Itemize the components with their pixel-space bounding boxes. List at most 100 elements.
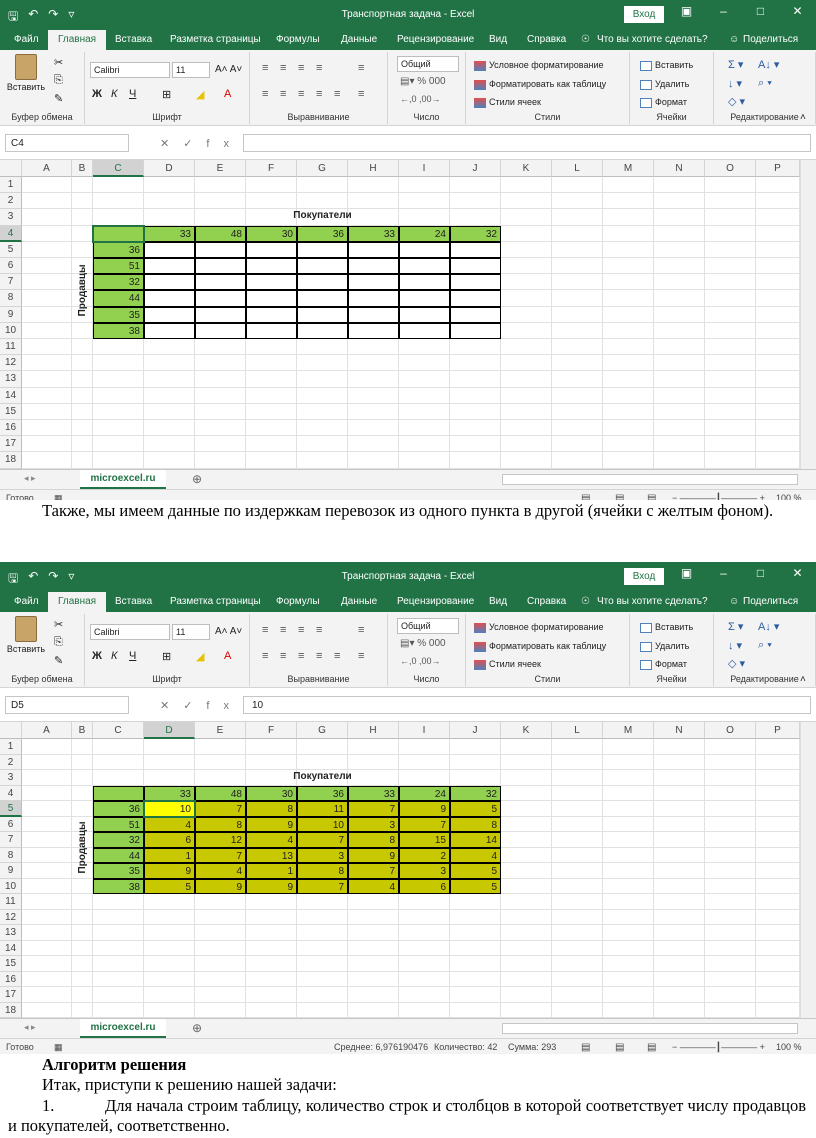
- format-button[interactable]: Формат: [640, 97, 687, 108]
- column-header-E[interactable]: E: [195, 160, 246, 177]
- cond-format-button[interactable]: Условное форматирование: [474, 60, 604, 71]
- cost-cell[interactable]: 9: [195, 878, 246, 894]
- column-header-A[interactable]: A: [22, 722, 72, 739]
- indent-dec-icon[interactable]: ≡: [316, 650, 322, 662]
- cost-cell[interactable]: [297, 322, 348, 339]
- horizontal-scrollbar[interactable]: [502, 1023, 798, 1034]
- row-header-16[interactable]: 16: [0, 420, 22, 437]
- row-header-9[interactable]: 9: [0, 306, 22, 323]
- row-header-11[interactable]: 11: [0, 339, 22, 356]
- tell-me-search[interactable]: Что вы хотите сделать?: [597, 34, 708, 45]
- tab-4[interactable]: Формулы: [276, 34, 320, 45]
- row-header-12[interactable]: 12: [0, 909, 22, 925]
- login-button[interactable]: Вход: [624, 568, 664, 585]
- row-header-16[interactable]: 16: [0, 971, 22, 987]
- paste-button[interactable]: Вставить: [6, 616, 46, 654]
- column-header-L[interactable]: L: [552, 722, 603, 739]
- cost-cell[interactable]: [144, 274, 195, 291]
- fill-icon[interactable]: ↓ ▾: [728, 639, 742, 652]
- cost-cell[interactable]: 8: [348, 832, 399, 848]
- cost-cell[interactable]: [297, 241, 348, 258]
- sort-filter-icon[interactable]: A↓ ▾: [758, 620, 779, 633]
- cost-cell[interactable]: [144, 290, 195, 307]
- align-left-icon[interactable]: ≡: [262, 650, 268, 662]
- zoom-level[interactable]: 100 %: [776, 493, 802, 500]
- find-icon[interactable]: ⌕ ▾: [758, 639, 772, 652]
- font-size-select[interactable]: 11: [172, 62, 210, 78]
- column-header-A[interactable]: A: [22, 160, 72, 177]
- align-top-icon[interactable]: ≡: [262, 62, 268, 74]
- font-size-select[interactable]: 11: [172, 624, 210, 640]
- align-right-icon[interactable]: ≡: [298, 88, 304, 100]
- autosum-icon[interactable]: Σ ▾: [728, 620, 743, 633]
- clear-icon[interactable]: ◇ ▾: [728, 657, 745, 670]
- cost-cell[interactable]: [450, 258, 501, 275]
- cost-cell[interactable]: [195, 258, 246, 275]
- row-header-6[interactable]: 6: [0, 258, 22, 275]
- paste-button[interactable]: Вставить: [6, 54, 46, 92]
- formula-input[interactable]: [243, 134, 811, 152]
- cost-cell[interactable]: 9: [246, 816, 297, 832]
- row-header-1[interactable]: 1: [0, 177, 22, 194]
- column-header-J[interactable]: J: [450, 160, 501, 177]
- tab-5[interactable]: Данные: [341, 596, 377, 607]
- copy-icon[interactable]: ⎘: [54, 636, 63, 649]
- font-color-icon[interactable]: A: [224, 650, 231, 662]
- cost-cell[interactable]: [399, 258, 450, 275]
- column-header-F[interactable]: F: [246, 160, 297, 177]
- cost-cell[interactable]: 5: [450, 801, 501, 817]
- maximize-icon[interactable]: □: [742, 4, 779, 18]
- normal-view-icon[interactable]: ▤: [581, 1042, 590, 1053]
- page-layout-icon[interactable]: ▤: [615, 493, 624, 500]
- tab-0[interactable]: Файл: [14, 34, 39, 45]
- column-header-M[interactable]: M: [603, 160, 654, 177]
- cost-cell[interactable]: [246, 290, 297, 307]
- align-middle-icon[interactable]: ≡: [280, 62, 286, 74]
- share-button[interactable]: Поделиться: [743, 596, 798, 607]
- cost-cell[interactable]: 7: [195, 847, 246, 863]
- cost-cell[interactable]: 12: [195, 832, 246, 848]
- tab-7[interactable]: Вид: [489, 34, 507, 45]
- row-header-18[interactable]: 18: [0, 452, 22, 469]
- vertical-scrollbar[interactable]: [800, 722, 816, 1018]
- row-header-17[interactable]: 17: [0, 436, 22, 453]
- column-header-D[interactable]: D: [144, 160, 195, 177]
- row-header-8[interactable]: 8: [0, 847, 22, 863]
- cost-cell[interactable]: [246, 258, 297, 275]
- cost-cell[interactable]: 7: [195, 801, 246, 817]
- column-header-K[interactable]: K: [501, 160, 552, 177]
- cost-cell[interactable]: [246, 306, 297, 323]
- normal-view-icon[interactable]: ▤: [581, 493, 590, 500]
- cost-cell[interactable]: 7: [297, 832, 348, 848]
- sheet-tab[interactable]: microexcel.ru: [80, 1019, 166, 1038]
- underline-icon[interactable]: Ч: [129, 88, 136, 100]
- row-header-4[interactable]: 4: [0, 225, 22, 242]
- cost-cell[interactable]: [144, 322, 195, 339]
- column-header-I[interactable]: I: [399, 722, 450, 739]
- row-header-13[interactable]: 13: [0, 925, 22, 941]
- zoom-slider[interactable]: − ————┃———— +: [672, 493, 765, 500]
- wrap-text-icon[interactable]: ≡: [358, 624, 364, 636]
- column-header-N[interactable]: N: [654, 160, 705, 177]
- cost-cell[interactable]: 2: [399, 847, 450, 863]
- column-header-P[interactable]: P: [756, 160, 800, 177]
- cost-cell[interactable]: 7: [348, 863, 399, 879]
- tab-7[interactable]: Вид: [489, 596, 507, 607]
- cost-cell[interactable]: 13: [246, 847, 297, 863]
- align-bottom-icon[interactable]: ≡: [298, 62, 304, 74]
- tab-3[interactable]: Разметка страницы: [170, 34, 261, 45]
- format-painter-icon[interactable]: ✎: [54, 92, 63, 105]
- cell-styles-button[interactable]: Стили ячеек: [474, 97, 541, 108]
- column-header-B[interactable]: B: [72, 722, 93, 739]
- tell-me-search[interactable]: Что вы хотите сделать?: [597, 596, 708, 607]
- page-break-icon[interactable]: ▤: [647, 493, 656, 500]
- clear-icon[interactable]: ◇ ▾: [728, 95, 745, 108]
- format-painter-icon[interactable]: ✎: [54, 654, 63, 667]
- cost-cell[interactable]: 7: [399, 816, 450, 832]
- cost-cell[interactable]: [348, 241, 399, 258]
- column-header-G[interactable]: G: [297, 160, 348, 177]
- cost-cell[interactable]: 7: [348, 801, 399, 817]
- row-header-14[interactable]: 14: [0, 387, 22, 404]
- row-header-13[interactable]: 13: [0, 371, 22, 388]
- zoom-slider[interactable]: − ————┃———— +: [672, 1042, 765, 1053]
